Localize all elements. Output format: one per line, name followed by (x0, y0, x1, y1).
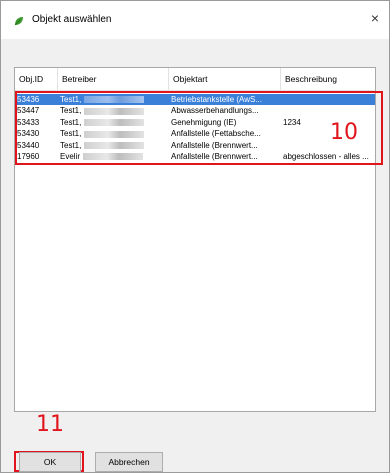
column-header-betreiber[interactable]: Betreiber (58, 68, 169, 90)
leaf-icon (14, 17, 23, 26)
column-header-objektart[interactable]: Objektart (169, 68, 281, 90)
list-header: Obj.ID Betreiber Objektart Beschreibung (15, 68, 375, 91)
annotation-number-11: 11 (36, 412, 64, 437)
title-bar: Objekt auswählen × (1, 1, 389, 39)
ok-button[interactable]: OK (19, 452, 81, 472)
annotation-number-10: 10 (330, 120, 358, 145)
column-header-objid[interactable]: Obj.ID (15, 68, 58, 90)
cancel-button[interactable]: Abbrechen (95, 452, 163, 472)
dialog-title: Objekt auswählen (32, 14, 112, 25)
annotation-box-list (15, 91, 383, 165)
close-icon[interactable]: × (371, 10, 379, 26)
column-header-beschreibung[interactable]: Beschreibung (281, 68, 375, 90)
object-select-dialog: Objekt auswählen × Obj.ID Betreiber Obje… (0, 0, 390, 473)
